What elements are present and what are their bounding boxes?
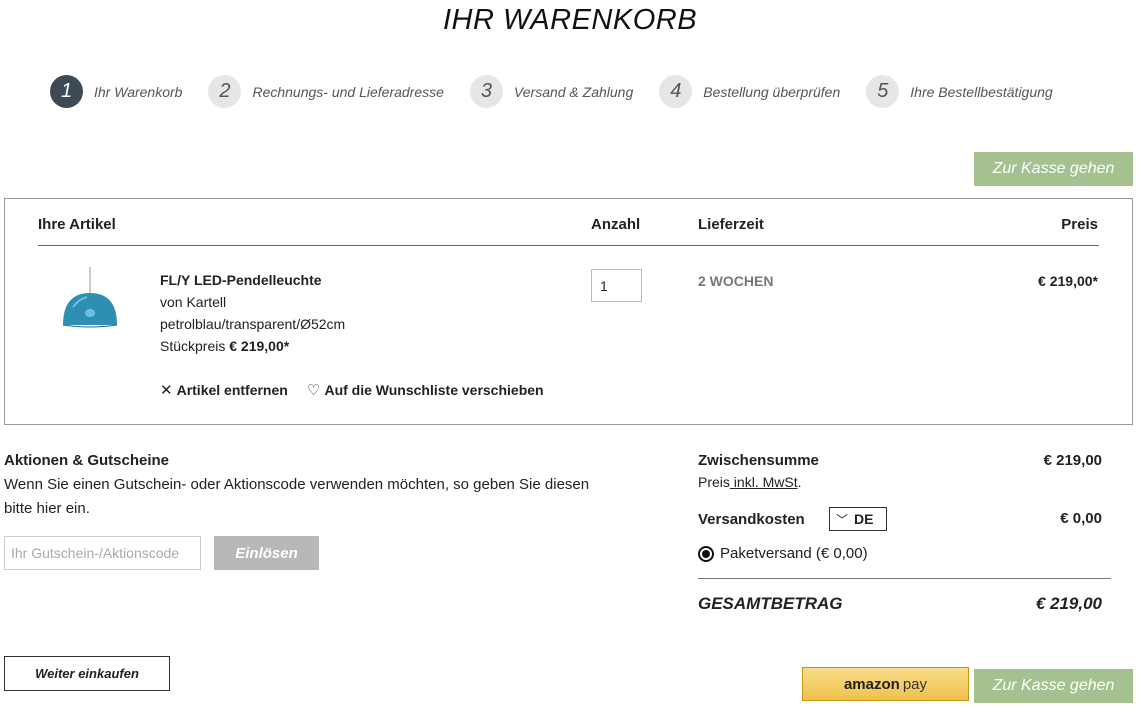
shipping-label: Versandkosten <box>698 511 805 528</box>
quantity-input[interactable] <box>591 269 642 302</box>
step-confirmation: 5 Ihre Bestellbestätigung <box>866 75 1053 108</box>
step-label: Ihre Bestellbestätigung <box>910 83 1053 100</box>
step-number: 5 <box>866 75 900 108</box>
step-shipping-payment: 3 Versand & Zahlung <box>469 75 634 108</box>
checkout-button-bottom[interactable]: Zur Kasse gehen <box>974 669 1133 703</box>
total-label: GESAMTBETRAG <box>698 594 843 613</box>
delivery-time: 2 WOCHEN <box>698 273 774 289</box>
total-divider <box>698 578 1111 579</box>
step-number: 4 <box>659 75 693 108</box>
remove-item-label: Artikel entfernen <box>176 382 288 398</box>
column-header-delivery: Lieferzeit <box>698 216 764 233</box>
step-cart: 1 Ihr Warenkorb <box>50 75 182 108</box>
step-label: Rechnungs- und Lieferadresse <box>252 83 444 100</box>
remove-item-button[interactable]: ✕ Artikel entfernen <box>160 381 288 399</box>
page-title: IHR WARENKORB <box>442 4 698 36</box>
step-number: 1 <box>50 75 83 108</box>
step-review: 4 Bestellung überprüfen <box>659 75 840 108</box>
checkout-button-top[interactable]: Zur Kasse gehen <box>974 152 1133 186</box>
redeem-button[interactable]: Einlösen <box>214 536 319 570</box>
step-label: Versand & Zahlung <box>513 83 634 100</box>
subtotal-value: € 219,00 <box>1043 452 1102 469</box>
shipping-option-label: Paketversand (€ 0,00) <box>720 545 868 562</box>
amazon-pay-button[interactable]: amazon pay <box>802 667 969 701</box>
product-image[interactable] <box>61 267 119 331</box>
vat-prefix: Preis <box>698 474 730 490</box>
cart-table: Ihre Artikel Anzahl Lieferzeit Preis FL/… <box>4 198 1133 425</box>
column-header-qty: Anzahl <box>591 216 641 233</box>
continue-shopping-button[interactable]: Weiter einkaufen <box>4 656 170 691</box>
vat-link[interactable]: inkl. MwSt <box>730 474 798 490</box>
unit-price-label: Stückpreis <box>160 338 226 354</box>
vat-suffix: . <box>797 474 802 490</box>
total-value: € 219,00 <box>1035 594 1102 613</box>
move-to-wishlist-button[interactable]: ♡ Auf die Wunschliste verschieben <box>307 381 544 399</box>
subtotal-label: Zwischensumme <box>698 452 819 469</box>
promo-description: Wenn Sie einen Gutschein- oder Aktionsco… <box>4 476 590 517</box>
close-icon: ✕ <box>160 382 173 399</box>
step-address: 2 Rechnungs- und Lieferadresse <box>208 75 444 108</box>
unit-price: Stückpreis € 219,00* <box>160 338 289 354</box>
product-name[interactable]: FL/Y LED-Pendelleuchte <box>160 272 322 288</box>
step-number: 3 <box>469 75 503 108</box>
radio-button[interactable] <box>698 545 714 562</box>
checkout-steps: 1 Ihr Warenkorb 2 Rechnungs- und Liefera… <box>50 75 1079 108</box>
promo-code-input[interactable] <box>4 536 201 570</box>
wishlist-label: Auf die Wunschliste verschieben <box>324 382 544 398</box>
column-header-price: Preis <box>1061 216 1098 233</box>
heart-icon: ♡ <box>307 382 321 399</box>
unit-price-value: € 219,00* <box>229 338 290 354</box>
product-brand: von Kartell <box>160 294 227 310</box>
header-divider <box>38 245 1099 246</box>
product-variant: petrolblau/transparent/Ø52cm <box>160 316 346 332</box>
amazon-logo: amazon <box>843 675 900 693</box>
shipping-option[interactable]: Paketversand (€ 0,00) <box>698 545 868 562</box>
step-label: Bestellung überprüfen <box>703 83 841 100</box>
amazon-pay-label: pay <box>902 675 928 693</box>
chevron-down-icon: ﹀ <box>836 512 849 527</box>
step-label: Ihr Warenkorb <box>94 83 183 100</box>
shipping-value: € 0,00 <box>1060 510 1102 527</box>
item-price: € 219,00* <box>1038 273 1098 289</box>
vat-note: Preis inkl. MwSt. <box>698 474 801 490</box>
column-header-items: Ihre Artikel <box>38 216 116 233</box>
country-value: DE <box>854 511 874 527</box>
step-number: 2 <box>208 75 242 108</box>
promo-title: Aktionen & Gutscheine <box>4 452 170 469</box>
country-select[interactable]: ﹀ DE <box>829 507 887 531</box>
